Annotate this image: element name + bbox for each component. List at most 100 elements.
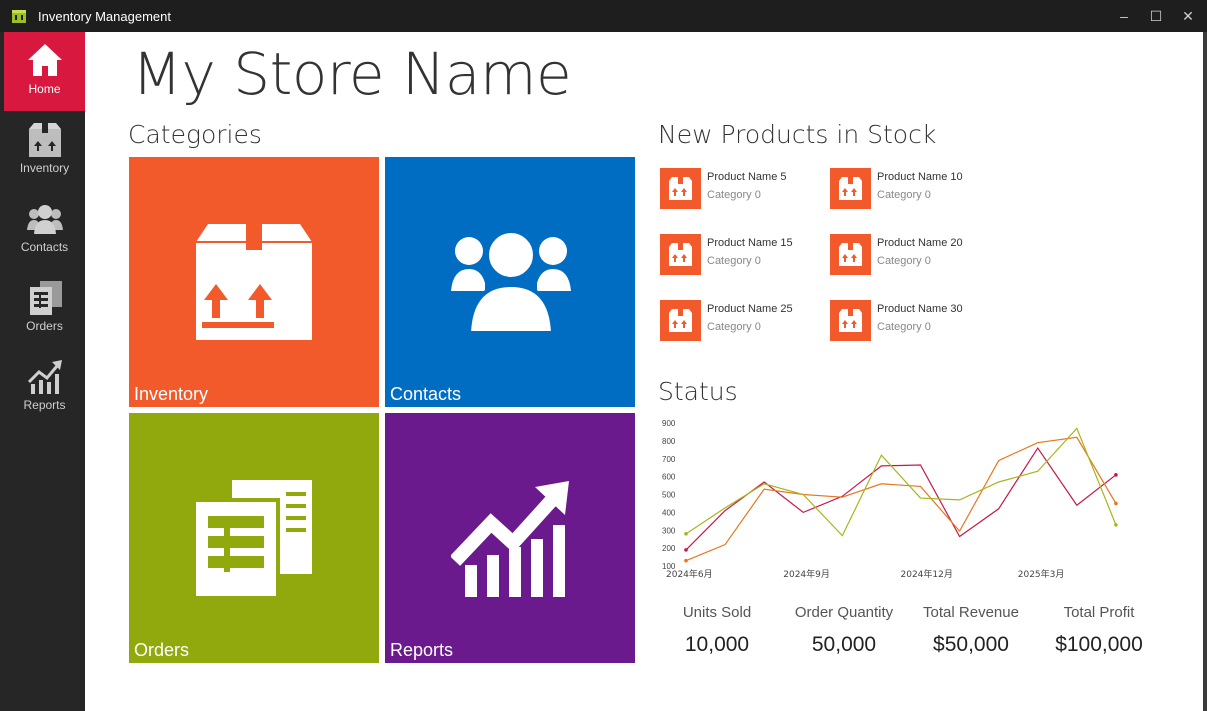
product-category: Category 0 (707, 321, 761, 333)
orders-icon (194, 480, 312, 598)
product-name: Product Name 10 (877, 171, 963, 183)
tile-label: Contacts (390, 384, 462, 404)
sidebar-item-label: Inventory (19, 161, 70, 175)
box-icon (839, 243, 862, 266)
title-bar: Inventory Management – ☐ ✕ (0, 0, 1207, 32)
y-tick-label: 900 (662, 419, 676, 428)
box-icon (28, 123, 61, 157)
window-title: Inventory Management (38, 9, 171, 24)
chart-icon (451, 481, 569, 597)
tile-orders[interactable]: Orders (129, 413, 379, 663)
product-thumbnail (660, 234, 701, 275)
box-icon (669, 243, 692, 266)
x-tick-label: 2024年6月 (666, 568, 713, 580)
stat-value: 50,000 (811, 633, 877, 656)
x-tick-label: 2024年9月 (783, 568, 830, 580)
product-thumbnail (830, 168, 871, 209)
product-name: Product Name 25 (707, 303, 793, 315)
box-icon (839, 309, 862, 332)
sidebar-item-label: Reports (23, 398, 66, 412)
series-point (684, 558, 688, 563)
product-item[interactable]: Product Name 30 Category 0 (830, 300, 1000, 346)
stat-label: Total Revenue (923, 604, 1019, 621)
stat-label: Units Sold (682, 604, 752, 621)
sidebar-item-label: Contacts (20, 240, 69, 254)
product-thumbnail (830, 300, 871, 341)
tile-reports[interactable]: Reports (385, 413, 635, 663)
stat-units-sold: Units Sold 10,000 (657, 604, 777, 657)
chart-icon (27, 360, 62, 394)
box-icon (839, 177, 862, 200)
sidebar: Home Inventory Contacts Orders Reports (0, 32, 85, 711)
tile-label: Reports (390, 640, 454, 660)
product-name: Product Name 30 (877, 303, 963, 315)
product-item[interactable]: Product Name 15 Category 0 (660, 234, 830, 280)
home-icon (27, 44, 62, 76)
tile-label: Inventory (134, 384, 209, 404)
y-tick-label: 200 (662, 544, 676, 553)
stat-label: Order Quantity (794, 604, 894, 621)
series-point (1114, 501, 1118, 506)
orders-icon (29, 281, 62, 315)
y-tick-label: 300 (662, 526, 676, 535)
product-name: Product Name 5 (707, 171, 787, 183)
box-icon (669, 309, 692, 332)
stat-total-revenue: Total Revenue $50,000 (911, 604, 1031, 657)
product-category: Category 0 (877, 189, 931, 201)
tile-inventory[interactable]: Inventory (129, 157, 379, 407)
close-button[interactable]: ✕ (1172, 0, 1204, 32)
sidebar-item-reports[interactable]: Reports (4, 348, 85, 427)
product-category: Category 0 (877, 255, 931, 267)
sidebar-item-orders[interactable]: Orders (4, 269, 85, 348)
product-category: Category 0 (707, 189, 761, 201)
series-point (1114, 523, 1118, 527)
maximize-button[interactable]: ☐ (1140, 0, 1172, 32)
y-tick-label: 500 (662, 491, 676, 500)
product-thumbnail (660, 300, 701, 341)
product-item[interactable]: Product Name 25 Category 0 (660, 300, 830, 346)
sidebar-item-contacts[interactable]: Contacts (4, 190, 85, 269)
product-thumbnail (660, 168, 701, 209)
status-heading: Status (658, 377, 738, 406)
product-name: Product Name 15 (707, 237, 793, 249)
y-tick-label: 800 (662, 437, 676, 446)
window-border (1203, 32, 1207, 711)
page-title: My Store Name (132, 40, 572, 108)
stat-order-quantity: Order Quantity 50,000 (784, 604, 904, 657)
box-icon (196, 224, 312, 340)
series-point (684, 548, 688, 552)
product-item[interactable]: Product Name 10 Category 0 (830, 168, 1000, 214)
product-item[interactable]: Product Name 5 Category 0 (660, 168, 830, 214)
x-tick-label: 2025年3月 (1018, 568, 1065, 580)
minimize-button[interactable]: – (1108, 0, 1140, 32)
series-line-2 (685, 427, 1117, 537)
y-tick-label: 400 (662, 508, 676, 517)
sidebar-item-label: Orders (26, 319, 63, 333)
new-products-heading: New Products in Stock (658, 120, 937, 149)
tile-contacts[interactable]: Contacts (385, 157, 635, 407)
stat-label: Total Profit (1063, 604, 1135, 621)
sidebar-item-inventory[interactable]: Inventory (4, 111, 85, 190)
series-point (1114, 473, 1118, 477)
box-icon (669, 177, 692, 200)
product-name: Product Name 20 (877, 237, 963, 249)
stat-value: 10,000 (684, 633, 750, 656)
product-category: Category 0 (877, 321, 931, 333)
people-icon (451, 229, 571, 335)
product-thumbnail (830, 234, 871, 275)
y-tick-label: 600 (662, 473, 676, 482)
series-point (684, 532, 688, 536)
series-line-0 (685, 446, 1117, 551)
status-chart-svg: 1002003004005006007008009002024年6月 2024年9… (662, 419, 1118, 580)
product-category: Category 0 (707, 255, 761, 267)
status-chart: 100 200 300 400 500 600 700 800 900 2024年6月 2024年9… (658, 415, 1158, 585)
sidebar-item-home[interactable]: Home (4, 32, 85, 111)
stat-total-profit: Total Profit $100,000 (1039, 604, 1159, 657)
tile-label: Orders (134, 640, 190, 660)
y-tick-label: 700 (662, 455, 676, 464)
stat-value: $50,000 (933, 633, 1009, 656)
x-tick-label: 2024年12月 (901, 568, 953, 580)
product-item[interactable]: Product Name 20 Category 0 (830, 234, 1000, 280)
app-icon (12, 10, 26, 23)
stat-value: $100,000 (1055, 633, 1143, 656)
